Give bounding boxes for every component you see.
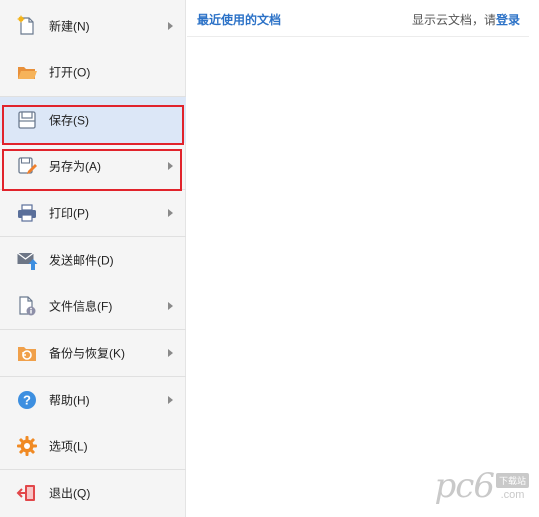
menu-item-label: 新建(N) bbox=[49, 19, 90, 34]
panel-divider bbox=[187, 36, 529, 37]
cloud-docs-prompt: 显示云文档，请登录 bbox=[412, 11, 520, 28]
menu-item-label: 打印(P) bbox=[49, 206, 89, 221]
menu-item-save[interactable]: 保存(S) bbox=[0, 97, 186, 143]
menu-item-send-mail[interactable]: 发送邮件(D) bbox=[0, 237, 186, 283]
menu-item-print[interactable]: 打印(P) bbox=[0, 190, 186, 236]
help-icon: ? bbox=[18, 391, 36, 409]
menu-item-backup-restore[interactable]: 备份与恢复(K) bbox=[0, 330, 186, 376]
printer-icon bbox=[18, 204, 36, 222]
gear-icon bbox=[17, 436, 37, 456]
menu-item-label: 打开(O) bbox=[49, 65, 91, 80]
open-folder-icon bbox=[18, 67, 37, 79]
backup-restore-icon bbox=[18, 347, 36, 361]
watermark-badge: 下载站 .com bbox=[495, 473, 529, 501]
menu-item-label: 帮助(H) bbox=[49, 393, 90, 408]
recent-documents-title: 最近使用的文档 bbox=[197, 13, 282, 27]
submenu-arrow-icon bbox=[168, 162, 173, 170]
menu-item-label: 发送邮件(D) bbox=[49, 253, 114, 268]
menu-item-label: 另存为(A) bbox=[49, 159, 101, 174]
login-link[interactable]: 登录 bbox=[496, 13, 520, 27]
exit-icon bbox=[16, 485, 35, 501]
submenu-arrow-icon bbox=[168, 302, 173, 310]
menu-item-label: 选项(L) bbox=[49, 439, 88, 454]
watermark-tag: 下载站 bbox=[495, 473, 529, 488]
submenu-arrow-icon bbox=[168, 22, 173, 30]
menu-item-new[interactable]: 新建(N) bbox=[0, 3, 186, 49]
menu-item-file-info[interactable]: 文件信息(F) bbox=[0, 283, 186, 329]
recent-documents-panel: 最近使用的文档 显示云文档，请登录 bbox=[187, 0, 539, 517]
menu-item-label: 备份与恢复(K) bbox=[49, 346, 125, 361]
menu-item-options[interactable]: 选项(L) bbox=[0, 423, 186, 469]
file-menu: 新建(N) 打开(O) 保存(S) 另存为(A) 打印(P) 发送邮件(D) 文… bbox=[0, 0, 186, 517]
pc6-watermark: pc6 下载站 .com bbox=[435, 469, 529, 503]
file-info-icon bbox=[19, 296, 36, 316]
send-mail-icon bbox=[17, 252, 38, 270]
save-icon bbox=[18, 111, 36, 129]
menu-item-label: 文件信息(F) bbox=[49, 299, 113, 314]
menu-item-open[interactable]: 打开(O) bbox=[0, 49, 186, 95]
watermark-domain: .com bbox=[500, 489, 525, 501]
submenu-arrow-icon bbox=[168, 396, 173, 404]
submenu-arrow-icon bbox=[168, 209, 173, 217]
menu-item-help[interactable]: ? 帮助(H) bbox=[0, 377, 186, 423]
menu-item-label: 保存(S) bbox=[49, 113, 89, 128]
save-as-icon bbox=[18, 157, 37, 174]
cloud-docs-text: 显示云文档，请 bbox=[411, 13, 496, 27]
watermark-logo-text: pc6 bbox=[434, 466, 495, 506]
svg-text:?: ? bbox=[23, 393, 31, 408]
menu-item-exit[interactable]: 退出(Q) bbox=[0, 470, 186, 516]
menu-item-label: 退出(Q) bbox=[49, 486, 91, 501]
new-file-icon bbox=[17, 15, 34, 35]
submenu-arrow-icon bbox=[168, 349, 173, 357]
menu-item-save-as[interactable]: 另存为(A) bbox=[0, 143, 186, 189]
